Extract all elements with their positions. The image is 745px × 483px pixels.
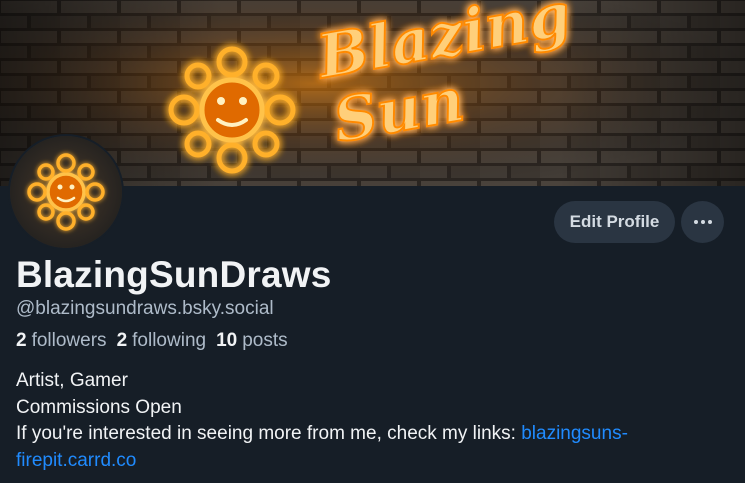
followers-stat[interactable]: 2 followers	[16, 330, 107, 352]
avatar-image	[10, 136, 122, 248]
following-stat[interactable]: 2 following	[117, 330, 207, 352]
more-horizontal-icon	[707, 220, 712, 224]
bio-line: Commissions Open	[16, 396, 182, 418]
posts-label: posts	[242, 330, 288, 351]
following-count: 2	[116, 330, 128, 351]
following-label: following	[132, 330, 207, 351]
bio-link[interactable]: blazingsuns-	[521, 423, 628, 444]
followers-label: followers	[31, 330, 107, 351]
more-horizontal-icon	[693, 220, 698, 224]
profile-stats: 2 followers 2 following 10 posts	[16, 330, 288, 352]
bio-line: firepit.carrd.co	[16, 448, 731, 475]
bio-text: If you're interested in seeing more from…	[16, 423, 522, 444]
banner-image: Blazing Sun	[0, 0, 745, 186]
followers-count: 2	[16, 330, 27, 351]
edit-profile-button[interactable]: Edit Profile	[554, 201, 675, 243]
bio-line: If you're interested in seeing more from…	[16, 421, 731, 448]
avatar[interactable]	[10, 136, 122, 248]
profile-banner[interactable]: Blazing Sun	[0, 0, 745, 186]
more-horizontal-icon	[700, 220, 705, 224]
bio-line: Artist, Gamer	[16, 370, 128, 391]
user-handle: @blazingsundraws.bsky.social	[16, 298, 274, 319]
bio-link-continued[interactable]: firepit.carrd.co	[16, 450, 136, 471]
posts-count: 10	[216, 330, 238, 351]
display-name: BlazingSunDraws	[16, 254, 332, 295]
posts-stat: 10 posts	[216, 330, 288, 352]
profile-bio: Artist, Gamer Commissions Open If you're…	[16, 368, 731, 474]
more-options-button[interactable]	[681, 201, 724, 243]
